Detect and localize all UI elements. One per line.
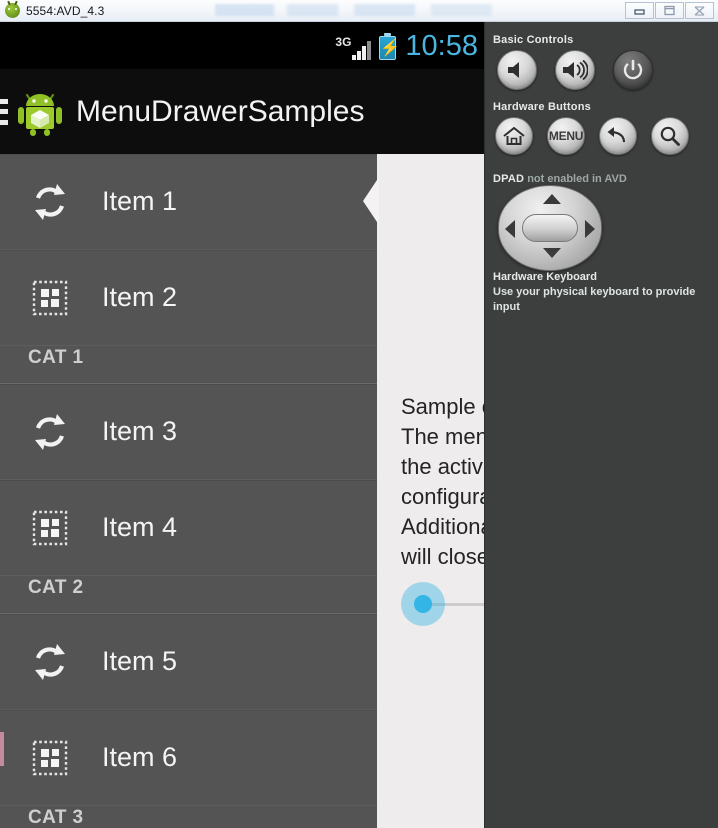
dpad-up-button[interactable] xyxy=(543,194,561,204)
grid-icon xyxy=(30,508,70,548)
drawer-category-header: CAT 2 xyxy=(0,576,377,614)
drawer-item-item-2[interactable]: Item 2 xyxy=(0,250,377,346)
hardware-buttons-row: MENU xyxy=(495,117,689,155)
drawer-category-header: CAT 3 xyxy=(0,806,377,828)
menu-label-icon[interactable]: MENU xyxy=(547,117,585,155)
drawer-category-header: CAT 1 xyxy=(0,346,377,384)
title-bar-ghost-artifacts xyxy=(215,4,535,16)
volume-up-icon[interactable] xyxy=(555,50,595,90)
window-title-bar: 5554:AVD_4.3 xyxy=(0,0,718,22)
drawer-item-label: Item 1 xyxy=(102,186,178,216)
drawer-item-item-6[interactable]: Item 6 xyxy=(0,710,377,806)
back-icon[interactable] xyxy=(599,117,637,155)
window-buttons xyxy=(624,2,714,19)
dpad-heading-strong: DPAD xyxy=(493,173,525,185)
battery-charging-icon: ⚡ xyxy=(379,33,400,60)
refresh-icon xyxy=(30,642,70,682)
grid-icon xyxy=(30,278,70,318)
menu-button-label: MENU xyxy=(548,129,584,143)
hardware-keyboard-info: Hardware Keyboard Use your physical keyb… xyxy=(493,270,718,315)
basic-controls-row xyxy=(497,50,653,90)
power-icon[interactable] xyxy=(613,50,653,90)
volume-down-icon[interactable] xyxy=(497,50,537,90)
drawer-item-label: Item 5 xyxy=(102,646,178,676)
drawer-item-label: Item 4 xyxy=(102,512,178,542)
dpad-down-button[interactable] xyxy=(543,248,561,258)
emulator-window: 5554:AVD_4.3 3G ⚡ 10:58 MenuDrawerSample… xyxy=(0,0,718,828)
dpad-right-button[interactable] xyxy=(585,220,595,238)
dpad-left-button[interactable] xyxy=(505,220,515,238)
app-action-bar: MenuDrawerSamples xyxy=(0,69,484,154)
menu-drawer[interactable]: Item 1 Item 2 CAT 1 Item 3 Item 4 CAT 2 It… xyxy=(0,154,377,828)
refresh-icon xyxy=(30,412,70,452)
device-screen: 3G ⚡ 10:58 MenuDrawerSamples Item 1 Item… xyxy=(0,22,484,828)
hardware-keyboard-heading: Hardware Keyboard xyxy=(493,271,597,283)
android-status-bar: 3G ⚡ 10:58 xyxy=(0,22,484,69)
drawer-indicator-icon[interactable] xyxy=(0,98,8,125)
drawer-item-item-5[interactable]: Item 5 xyxy=(0,614,377,710)
drawer-item-label: Item 3 xyxy=(102,416,178,446)
dpad-center-button[interactable] xyxy=(522,214,578,242)
drawer-category-label: CAT 1 xyxy=(28,347,84,368)
grid-icon xyxy=(30,738,70,778)
seekbar-thumb[interactable] xyxy=(414,595,432,613)
close-button[interactable] xyxy=(685,2,714,19)
content-seekbar[interactable] xyxy=(397,582,484,626)
basic-controls-heading: Basic Controls xyxy=(493,34,574,46)
emulator-control-panel: Basic Controls Hardware Buttons MENU DPA… xyxy=(484,22,718,828)
android-head-icon xyxy=(5,3,20,18)
drawer-item-label: Item 6 xyxy=(102,742,178,772)
search-icon[interactable] xyxy=(651,117,689,155)
hardware-buttons-heading: Hardware Buttons xyxy=(493,101,591,113)
minimize-button[interactable] xyxy=(625,2,654,19)
dpad-heading: DPAD not enabled in AVD xyxy=(493,169,627,187)
drawer-scroll-marker xyxy=(0,732,4,766)
dpad-icon[interactable] xyxy=(498,185,602,271)
drawer-category-label: CAT 3 xyxy=(28,807,84,828)
content-pane[interactable]: Sample of the MenuDrawer widget. The men… xyxy=(377,154,484,828)
android-box-icon xyxy=(16,88,64,136)
network-type-label: 3G xyxy=(335,35,352,49)
maximize-button[interactable] xyxy=(655,2,684,19)
network-signal-icon: 3G xyxy=(335,35,372,60)
drawer-item-label: Item 2 xyxy=(102,282,178,312)
window-title: 5554:AVD_4.3 xyxy=(26,3,105,18)
dpad-heading-rest: not enabled in AVD xyxy=(524,173,627,185)
drawer-item-item-3[interactable]: Item 3 xyxy=(0,384,377,480)
drawer-item-item-4[interactable]: Item 4 xyxy=(0,480,377,576)
home-icon[interactable] xyxy=(495,117,533,155)
page-title: MenuDrawerSamples xyxy=(76,94,365,128)
refresh-icon xyxy=(30,182,70,222)
drawer-category-label: CAT 2 xyxy=(28,577,84,598)
status-bar-clock: 10:58 xyxy=(405,30,478,62)
drawer-item-item-1[interactable]: Item 1 xyxy=(0,154,377,250)
content-body-text: Sample of the MenuDrawer widget. The men… xyxy=(401,394,484,569)
hardware-keyboard-description: Use your physical keyboard to provide in… xyxy=(493,286,696,313)
